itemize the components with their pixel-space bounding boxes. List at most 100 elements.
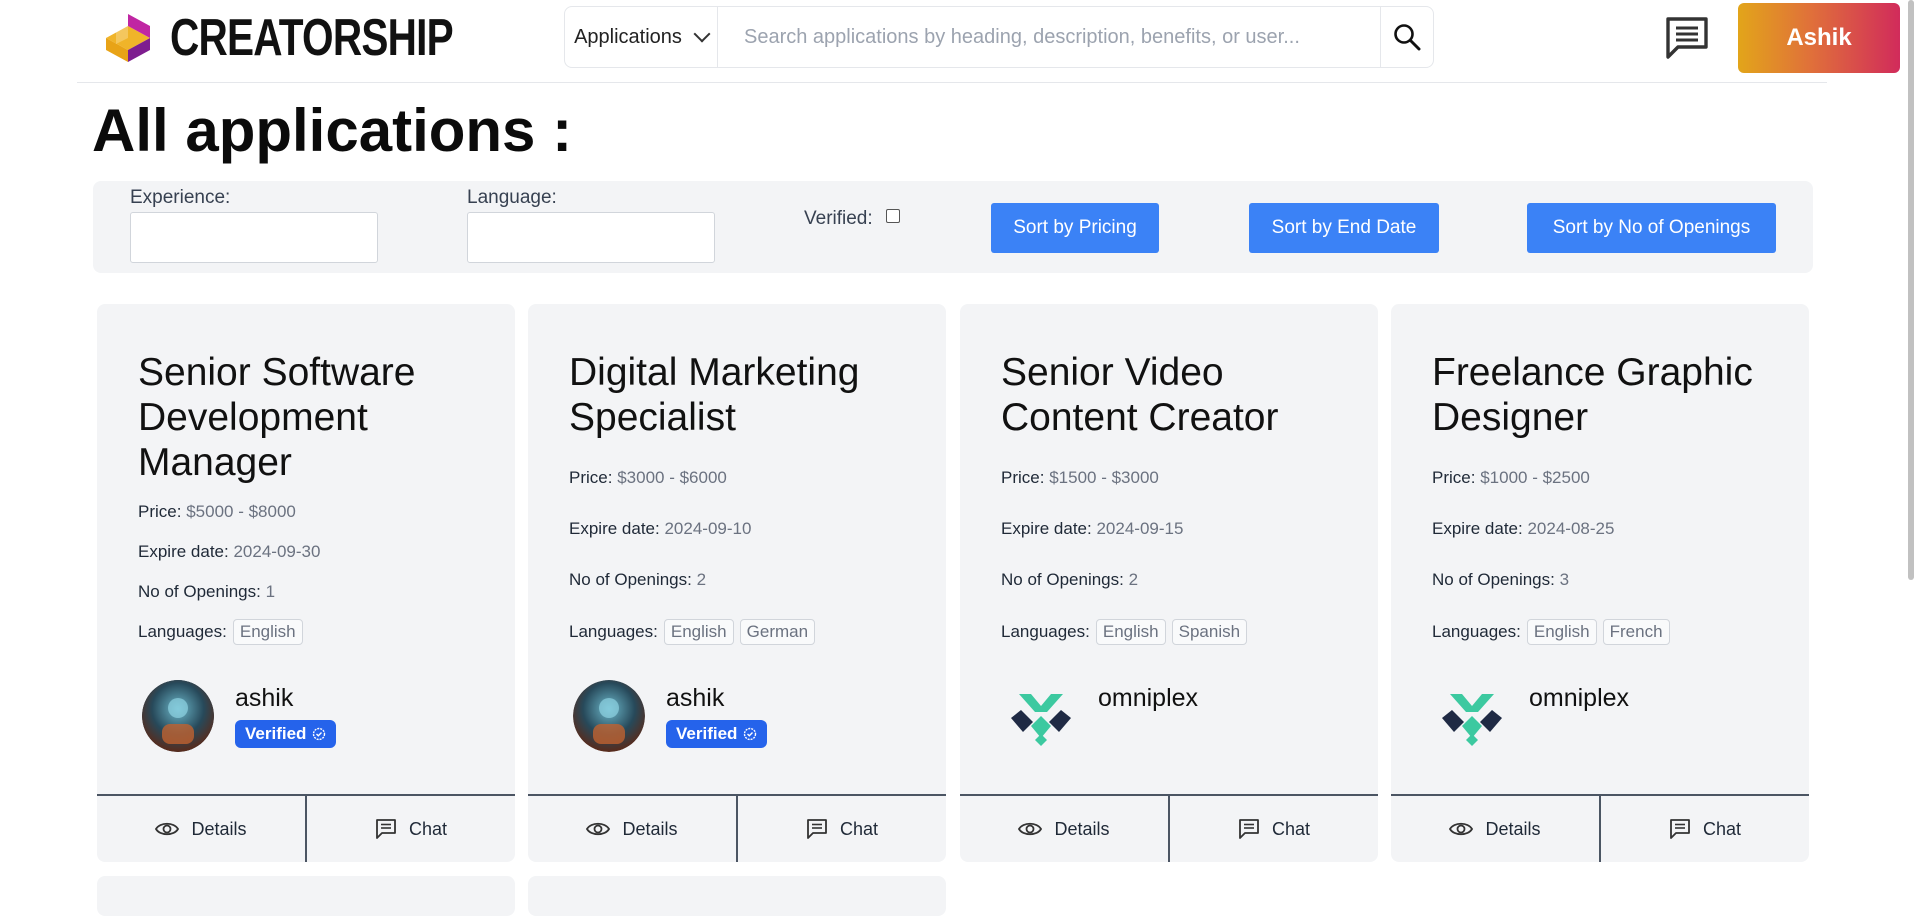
language-tag: French: [1602, 619, 1670, 645]
price-value: $1500 - $3000: [1049, 468, 1159, 487]
card-languages: Languages: English German: [569, 619, 816, 645]
author-name: ashik: [666, 684, 725, 712]
language-tag: English: [232, 619, 303, 645]
chat-label: Chat: [1271, 818, 1311, 839]
card-price: Price: $1000 - $2500: [1432, 468, 1590, 488]
brand-name: CREATORSHIP: [170, 9, 454, 67]
openings-label: No of Openings:: [138, 582, 261, 601]
expire-value: 2024-08-25: [1527, 519, 1615, 538]
sort-end-date-button[interactable]: Sort by End Date: [1249, 203, 1439, 253]
omniplex-logo-icon: [1005, 680, 1077, 752]
chat-icon: [376, 819, 396, 839]
application-card: Digital Marketing Specialist Price: $300…: [528, 304, 946, 862]
card-author[interactable]: ashik Verified: [573, 680, 893, 752]
price-value: $1000 - $2500: [1480, 468, 1590, 487]
sort-openings-button[interactable]: Sort by No of Openings: [1527, 203, 1776, 253]
card-languages: Languages: English Spanish: [1001, 619, 1248, 645]
search-category-value: Applications: [574, 25, 682, 48]
languages-label: Languages:: [138, 622, 227, 641]
eye-icon: [586, 822, 611, 836]
language-tag: Spanish: [1171, 619, 1248, 645]
card-actions: Details Chat: [960, 794, 1378, 862]
sort-pricing-button[interactable]: Sort by Pricing: [991, 203, 1159, 253]
details-button[interactable]: Details: [528, 796, 736, 862]
chat-label: Chat: [408, 818, 448, 839]
details-label: Details: [1054, 818, 1110, 839]
details-button[interactable]: Details: [1391, 796, 1599, 862]
chat-label: Chat: [839, 818, 879, 839]
search-bar: Applications: [564, 6, 1434, 68]
chat-button[interactable]: Chat: [305, 796, 515, 862]
search-input[interactable]: [718, 7, 1380, 67]
openings-label: No of Openings:: [1432, 570, 1555, 589]
avatar: [142, 680, 214, 752]
openings-value: 3: [1559, 570, 1570, 589]
creatorship-logo-icon: [106, 14, 150, 62]
experience-label: Experience:: [130, 187, 231, 208]
card-author[interactable]: ashik Verified: [142, 680, 462, 752]
details-label: Details: [191, 818, 247, 839]
page-scrollbar[interactable]: [1908, 0, 1914, 580]
openings-value: 2: [696, 570, 707, 589]
verified-checkbox[interactable]: [886, 209, 900, 223]
application-card: Freelance Graphic Designer Price: $1000 …: [1391, 304, 1809, 862]
message-icon[interactable]: [1664, 15, 1710, 61]
chat-icon: [807, 819, 827, 839]
experience-input[interactable]: [130, 212, 378, 263]
eye-icon: [1449, 822, 1474, 836]
price-label: Price:: [1001, 468, 1045, 487]
chat-button[interactable]: Chat: [736, 796, 946, 862]
page-title: All applications :: [92, 97, 573, 164]
card-openings: No of Openings: 2: [1001, 570, 1138, 590]
card-expire: Expire date: 2024-09-15: [1001, 519, 1183, 539]
chat-button[interactable]: Chat: [1168, 796, 1378, 862]
languages-label: Languages:: [1001, 622, 1090, 641]
language-tag: German: [739, 619, 816, 645]
languages-label: Languages:: [1432, 622, 1521, 641]
search-category-select[interactable]: Applications: [565, 7, 718, 67]
card-title: Senior Software Development Manager: [138, 351, 416, 484]
openings-label: No of Openings:: [1001, 570, 1124, 589]
application-card: Senior Software Development Manager Pric…: [97, 304, 515, 862]
verified-badge-icon: [744, 727, 757, 741]
user-menu-button[interactable]: Ashik: [1738, 3, 1900, 73]
price-label: Price:: [138, 502, 182, 521]
avatar: [573, 680, 645, 752]
expire-label: Expire date:: [569, 519, 660, 538]
eye-icon: [1018, 822, 1043, 836]
language-tag: English: [663, 619, 734, 645]
card-openings: No of Openings: 2: [569, 570, 706, 590]
chevron-down-icon: [693, 25, 711, 43]
price-value: $3000 - $6000: [617, 468, 727, 487]
details-button[interactable]: Details: [960, 796, 1168, 862]
author-name: omniplex: [1529, 684, 1630, 712]
details-label: Details: [622, 818, 678, 839]
openings-value: 1: [265, 582, 276, 601]
language-input[interactable]: [467, 212, 715, 263]
chat-icon: [1670, 819, 1690, 839]
card-author[interactable]: omniplex: [1436, 680, 1756, 752]
details-button[interactable]: Details: [97, 796, 305, 862]
eye-icon: [155, 822, 180, 836]
top-header: CREATORSHIP Applications Ashik: [77, 0, 1900, 83]
verified-badge-icon: [313, 727, 326, 741]
application-card: Senior Video Content Creator Price: $150…: [960, 304, 1378, 862]
author-name: omniplex: [1098, 684, 1199, 712]
card-actions: Details Chat: [97, 794, 515, 862]
card-languages: Languages: English French: [1432, 619, 1670, 645]
card-price: Price: $1500 - $3000: [1001, 468, 1159, 488]
price-label: Price:: [569, 468, 613, 487]
expire-value: 2024-09-30: [233, 542, 321, 561]
search-button[interactable]: [1380, 7, 1433, 67]
verified-badge: Verified: [235, 720, 337, 748]
application-card: [528, 876, 946, 916]
card-author[interactable]: omniplex: [1005, 680, 1325, 752]
chat-button[interactable]: Chat: [1599, 796, 1809, 862]
filter-bar: Experience: Language: Verified: Sort by …: [93, 181, 1813, 273]
language-label: Language:: [467, 187, 557, 208]
card-openings: No of Openings: 3: [1432, 570, 1569, 590]
language-tag: English: [1095, 619, 1166, 645]
expire-label: Expire date:: [1001, 519, 1092, 538]
brand-logo[interactable]: CREATORSHIP: [98, 8, 533, 68]
card-title: Freelance Graphic Designer: [1432, 351, 1753, 439]
